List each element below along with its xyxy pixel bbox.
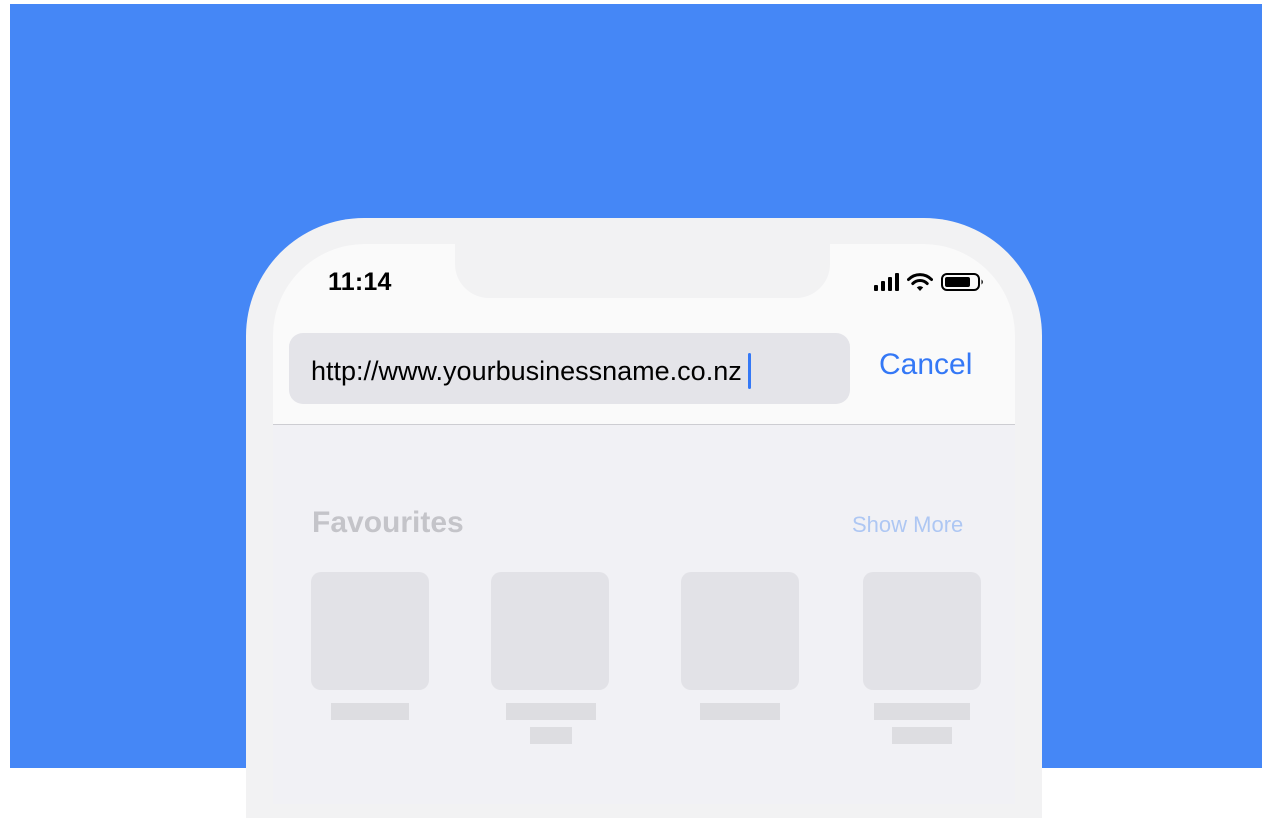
favourite-label-placeholder bbox=[331, 703, 409, 720]
cellular-signal-icon bbox=[874, 273, 899, 291]
url-input[interactable]: http://www.yourbusinessname.co.nz bbox=[289, 333, 850, 404]
phone-screen: 11:14 http://www.yourbusinessname.co.nz … bbox=[273, 244, 1015, 804]
favourites-title: Favourites bbox=[312, 506, 464, 539]
text-cursor bbox=[747, 353, 751, 389]
favourite-label-placeholder bbox=[506, 703, 596, 720]
status-time: 11:14 bbox=[328, 268, 392, 296]
favourite-label-placeholder bbox=[700, 703, 780, 720]
wifi-icon bbox=[907, 272, 933, 292]
cancel-button[interactable]: Cancel bbox=[879, 348, 972, 382]
browser-header: 11:14 http://www.yourbusinessname.co.nz … bbox=[273, 244, 1015, 425]
favourite-tile[interactable] bbox=[311, 572, 429, 690]
status-icons bbox=[874, 272, 985, 292]
favourite-label-placeholder bbox=[530, 727, 572, 744]
favourite-tile[interactable] bbox=[681, 572, 799, 690]
battery-icon bbox=[941, 272, 985, 292]
favourite-tile[interactable] bbox=[863, 572, 981, 690]
url-text[interactable]: http://www.yourbusinessname.co.nz bbox=[311, 353, 751, 389]
show-more-link[interactable]: Show More bbox=[852, 512, 963, 538]
favourite-label-placeholder bbox=[892, 727, 952, 744]
url-value: http://www.yourbusinessname.co.nz bbox=[311, 355, 742, 386]
device-notch bbox=[455, 244, 830, 298]
favourite-tile[interactable] bbox=[491, 572, 609, 690]
favourite-label-placeholder bbox=[874, 703, 970, 720]
